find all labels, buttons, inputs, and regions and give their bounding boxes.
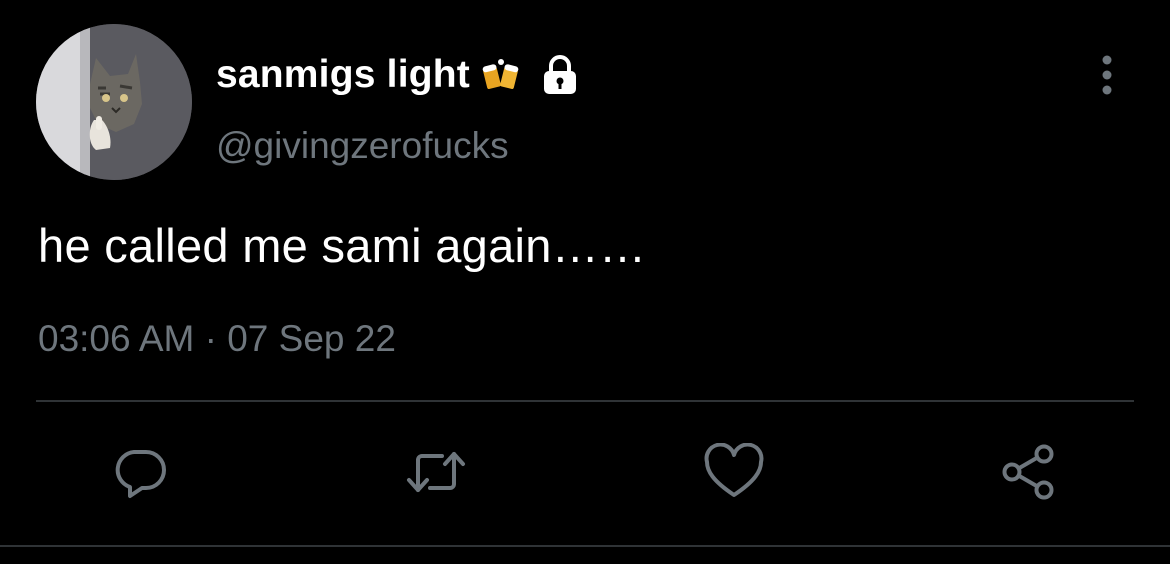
tweet-timestamp[interactable]: 03:06 AM · 07 Sep 22 [38,318,396,360]
tweet-text: he called me sami again…… [38,219,647,272]
retweet-icon [407,452,465,492]
tweet-card: sanmigs light @givingzerofucks he called… [0,0,1170,564]
avatar[interactable] [36,24,192,180]
user-handle[interactable]: @givingzerofucks [216,125,509,167]
reply-button[interactable] [108,440,172,504]
more-vertical-icon [1102,55,1112,95]
more-button[interactable] [1090,52,1124,98]
lock-icon [540,54,580,96]
tweet-date: 07 Sep 22 [227,318,396,359]
tweet-time: 03:06 AM [38,318,195,359]
divider [36,400,1134,402]
avatar-cat-icon [36,24,192,180]
share-icon [1002,444,1054,500]
display-name-row[interactable]: sanmigs light [216,50,580,100]
reply-icon [115,450,166,498]
share-button[interactable] [996,440,1060,504]
bottom-divider [0,545,1170,547]
retweet-button[interactable] [404,440,468,504]
heart-icon [704,443,764,497]
like-button[interactable] [702,440,766,504]
display-name[interactable]: sanmigs light [216,53,470,97]
timestamp-separator: · [204,318,217,359]
beer-mugs-icon [482,56,520,94]
